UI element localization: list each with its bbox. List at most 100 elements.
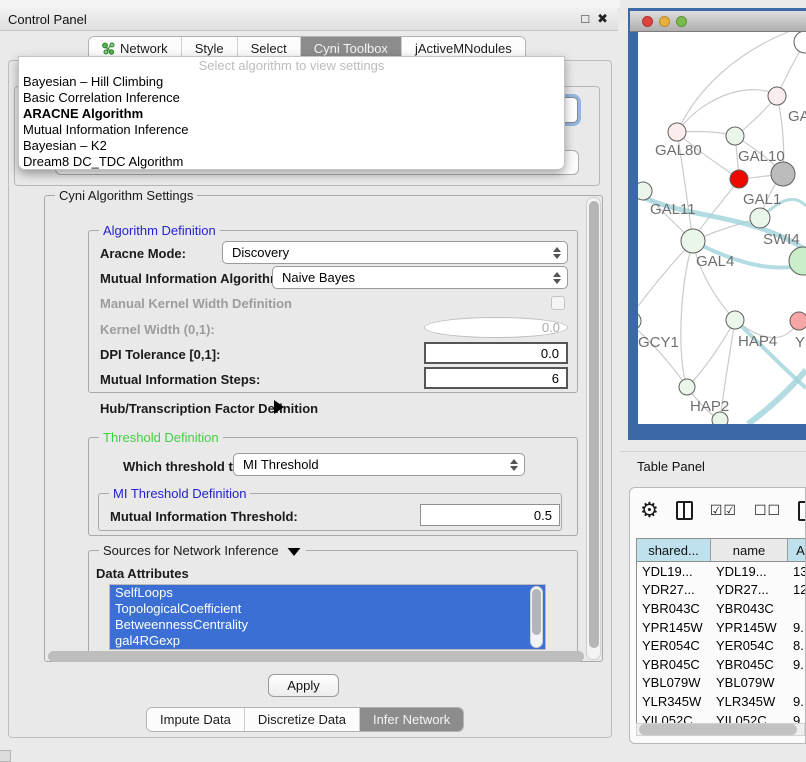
dpi-tolerance-value: 0.0 — [541, 346, 559, 361]
close-icon[interactable]: ✖ — [597, 11, 608, 27]
network-node-label: GAL11 — [650, 201, 696, 218]
table-row[interactable]: YDR27...YDR27...12 — [637, 581, 805, 600]
tab-infer-network[interactable]: Infer Network — [360, 708, 463, 731]
network-node[interactable] — [771, 162, 795, 186]
network-node[interactable] — [794, 32, 806, 53]
table-cell: YBR043C — [637, 599, 711, 618]
attribute-list-item[interactable]: gal4RGexp — [110, 633, 545, 649]
table-row[interactable]: YBR045CYBR045C9. — [637, 655, 805, 674]
bottom-tabbar: Impute Data Discretize Data Infer Network — [146, 707, 464, 732]
table-row[interactable]: YBL079WYBL079W — [637, 674, 805, 693]
network-node[interactable] — [668, 123, 686, 141]
table-horizontal-scrollbar[interactable] — [639, 724, 797, 735]
close-traffic-light-icon[interactable] — [642, 16, 653, 27]
table-row[interactable]: YER054CYER054C8. — [637, 636, 805, 655]
table-cell: YPR145W — [711, 618, 788, 637]
tab-label: Style — [195, 41, 224, 56]
network-node[interactable] — [726, 311, 744, 329]
mi-type-combo[interactable]: Naive Bayes — [272, 266, 568, 289]
table-row[interactable]: YDL19...YDL19...13 — [637, 562, 805, 581]
algorithm-dropdown-list: Bayesian – Hill ClimbingBasic Correlatio… — [19, 74, 564, 170]
algorithm-option[interactable]: Bayesian – Hill Climbing — [19, 74, 564, 90]
float-window-icon[interactable]: □ — [581, 11, 589, 27]
algorithm-option[interactable]: Dream8 DC_TDC Algorithm — [19, 154, 564, 170]
network-node[interactable] — [768, 87, 786, 105]
table-row[interactable]: YPR145WYPR145W9. — [637, 618, 805, 637]
network-node[interactable] — [789, 247, 806, 275]
network-node[interactable] — [730, 170, 748, 188]
network-node[interactable] — [790, 312, 806, 330]
attribute-table: shared...nameA YDL19...YDL19...13YDR27..… — [636, 538, 805, 729]
column-header[interactable]: shared... — [637, 539, 711, 561]
settings-vertical-scrollbar[interactable] — [586, 197, 601, 660]
table-row[interactable]: YLR345WYLR345W9. — [637, 692, 805, 711]
collapse-arrow-icon[interactable] — [288, 548, 301, 556]
network-edge — [677, 90, 777, 132]
minimize-traffic-light-icon[interactable] — [659, 16, 670, 27]
mi-type-value: Naive Bayes — [282, 270, 355, 285]
cyni-settings-title: Cyni Algorithm Settings — [55, 188, 197, 203]
tab-label: Select — [251, 41, 287, 56]
network-node[interactable] — [638, 182, 652, 200]
tab-impute-data[interactable]: Impute Data — [147, 708, 245, 731]
network-edge — [681, 241, 693, 387]
kernel-width-field[interactable]: 0.0 — [424, 317, 568, 338]
tab-discretize-data[interactable]: Discretize Data — [245, 708, 360, 731]
algorithm-option[interactable]: Mutual Information Inference — [19, 122, 564, 138]
apply-button[interactable]: Apply — [268, 674, 339, 697]
network-node[interactable] — [750, 208, 770, 228]
mi-steps-field[interactable]: 6 — [424, 367, 568, 389]
network-node-label: GCY1 — [638, 334, 679, 351]
network-node-label: GAL10 — [738, 148, 785, 165]
mi-threshold-group-title: MI Threshold Definition — [109, 486, 250, 501]
network-node[interactable] — [681, 229, 705, 253]
network-edge — [677, 32, 788, 132]
attribute-list-item[interactable]: TopologicalCoefficient — [110, 601, 545, 617]
mi-threshold-field[interactable]: 0.5 — [420, 504, 560, 526]
network-node[interactable] — [726, 127, 744, 145]
new-document-icon[interactable] — [798, 501, 806, 521]
network-node[interactable] — [638, 312, 641, 330]
split-columns-icon[interactable] — [676, 501, 693, 520]
threshold-definition-title: Threshold Definition — [99, 430, 223, 445]
hub-definition-label: Hub/Transcription Factor Definition — [100, 401, 318, 416]
mi-steps-value: 6 — [552, 371, 559, 386]
manual-kernel-checkbox[interactable] — [551, 296, 565, 310]
data-attributes-list[interactable]: SelfLoopsTopologicalCoefficientBetweenne… — [109, 584, 546, 650]
network-canvas[interactable]: GALGAL80GAL10GAL1GAL11SWI4GAL4GCY1HAP4YH… — [638, 32, 806, 424]
column-header[interactable]: A — [788, 539, 806, 561]
attribute-list-item[interactable]: BetweennessCentrality — [110, 617, 545, 633]
table-cell — [788, 674, 806, 693]
settings-horizontal-scrollbar[interactable] — [48, 651, 584, 662]
table-cell: 9. — [788, 618, 806, 637]
column-header[interactable]: name — [711, 539, 788, 561]
network-window-titlebar[interactable] — [630, 11, 806, 32]
table-cell: YER054C — [711, 636, 788, 655]
algorithm-option[interactable]: Bayesian – K2 — [19, 138, 564, 154]
expand-arrow-icon[interactable] — [274, 400, 284, 414]
unchecked-checkboxes-icon[interactable]: ☐☐ — [754, 502, 781, 519]
table-panel-title: Table Panel — [637, 459, 705, 474]
table-cell: YBR043C — [711, 599, 788, 618]
attribute-list-item[interactable]: SelfLoops — [110, 585, 545, 601]
tab-label: Impute Data — [160, 712, 231, 727]
dpi-tolerance-label: DPI Tolerance [0,1]: — [100, 347, 220, 362]
dpi-tolerance-field[interactable]: 0.0 — [424, 342, 568, 364]
kernel-width-value: 0.0 — [542, 320, 560, 335]
algorithm-option[interactable]: ARACNE Algorithm — [19, 106, 564, 122]
zoom-traffic-light-icon[interactable] — [676, 16, 687, 27]
attributes-scrollbar[interactable] — [530, 586, 543, 648]
algorithm-option[interactable]: Basic Correlation Inference — [19, 90, 564, 106]
checked-checkboxes-icon[interactable]: ☑☑ — [710, 502, 737, 519]
tab-label: Infer Network — [373, 712, 450, 727]
table-cell: YLR345W — [637, 692, 711, 711]
network-node[interactable] — [679, 379, 695, 395]
gear-icon[interactable]: ⚙ — [640, 500, 659, 521]
table-row[interactable]: YBR043CYBR043C — [637, 599, 805, 618]
which-threshold-combo[interactable]: MI Threshold — [233, 453, 525, 476]
aracne-mode-combo[interactable]: Discovery — [222, 241, 568, 264]
table-cell: YPR145W — [637, 618, 711, 637]
network-icon — [102, 42, 115, 55]
network-edge — [638, 321, 687, 387]
sources-title-text: Sources for Network Inference — [103, 543, 279, 558]
